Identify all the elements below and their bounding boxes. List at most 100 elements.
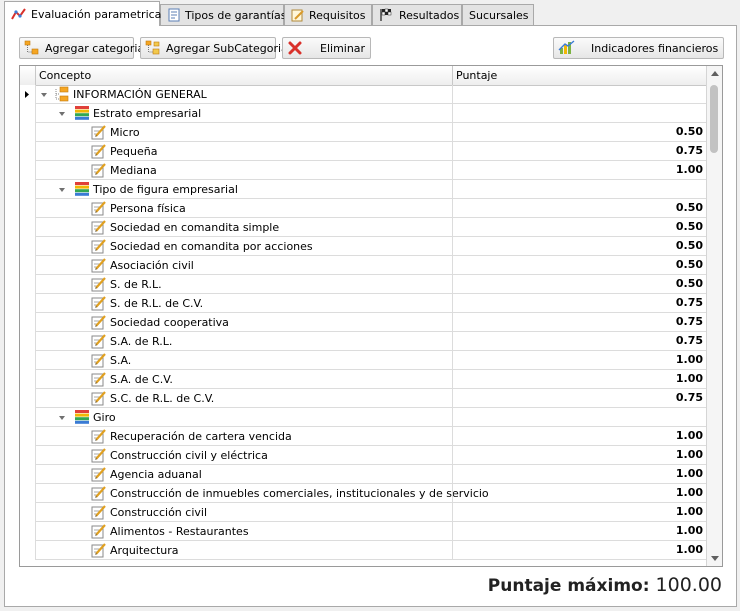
tree-row[interactable]: Pequeña 0.75 bbox=[20, 142, 708, 161]
score-cell[interactable]: 0.50 bbox=[452, 218, 704, 236]
concept-cell[interactable]: S. de R.L. bbox=[91, 275, 162, 293]
concept-cell[interactable]: Recuperación de cartera vencida bbox=[91, 427, 292, 445]
score-cell[interactable]: 0.75 bbox=[452, 294, 704, 312]
row-indicator[interactable] bbox=[20, 275, 36, 294]
tree-row[interactable]: Giro bbox=[20, 408, 708, 427]
concept-cell[interactable]: Pequeña bbox=[91, 142, 157, 160]
row-indicator[interactable] bbox=[20, 161, 36, 180]
concept-cell[interactable]: Sociedad en comandita por acciones bbox=[91, 237, 313, 255]
concept-cell[interactable]: Construcción civil bbox=[91, 503, 207, 521]
tree-row[interactable]: S.A. de R.L. 0.75 bbox=[20, 332, 708, 351]
row-indicator[interactable] bbox=[20, 465, 36, 484]
score-cell[interactable] bbox=[452, 85, 704, 103]
score-cell[interactable]: 1.00 bbox=[452, 370, 704, 388]
score-cell[interactable]: 0.75 bbox=[452, 142, 704, 160]
concept-cell[interactable]: Persona física bbox=[91, 199, 186, 217]
row-indicator[interactable] bbox=[20, 256, 36, 275]
add-subcategory-button[interactable]: Agregar SubCategoria bbox=[140, 37, 288, 59]
tab-sucursales[interactable]: Sucursales bbox=[462, 4, 534, 25]
score-cell[interactable]: 0.75 bbox=[452, 332, 704, 350]
tree-row[interactable]: Sociedad en comandita por acciones 0.50 bbox=[20, 237, 708, 256]
concept-cell[interactable]: Construcción de inmuebles comerciales, i… bbox=[91, 484, 489, 502]
expand-collapse-icon[interactable] bbox=[40, 91, 48, 99]
row-indicator[interactable] bbox=[20, 294, 36, 313]
delete-button[interactable]: Eliminar bbox=[282, 37, 371, 59]
column-header-concept[interactable]: Concepto bbox=[36, 66, 452, 85]
tree-row[interactable]: Construcción civil y eléctrica 1.00 bbox=[20, 446, 708, 465]
score-cell[interactable]: 1.00 bbox=[452, 503, 704, 521]
scroll-down-arrow-icon[interactable] bbox=[711, 556, 719, 561]
row-indicator[interactable] bbox=[20, 446, 36, 465]
expand-collapse-icon[interactable] bbox=[58, 110, 66, 118]
tab-tipos-de-garantias[interactable]: Tipos de garantías bbox=[160, 4, 286, 25]
tree-row[interactable]: S.C. de R.L. de C.V. 0.75 bbox=[20, 389, 708, 408]
concept-cell[interactable]: Agencia aduanal bbox=[91, 465, 202, 483]
concept-cell[interactable]: Alimentos - Restaurantes bbox=[91, 522, 249, 540]
score-cell[interactable]: 1.00 bbox=[452, 427, 704, 445]
row-indicator[interactable] bbox=[20, 85, 36, 104]
tree-row[interactable]: Persona física 0.50 bbox=[20, 199, 708, 218]
tree-row[interactable]: Arquitectura 1.00 bbox=[20, 541, 708, 560]
row-indicator[interactable] bbox=[20, 408, 36, 427]
score-cell[interactable] bbox=[452, 180, 704, 198]
score-cell[interactable]: 1.00 bbox=[452, 522, 704, 540]
score-cell[interactable]: 1.00 bbox=[452, 351, 704, 369]
row-indicator[interactable] bbox=[20, 142, 36, 161]
score-cell[interactable]: 1.00 bbox=[452, 161, 704, 179]
concept-cell[interactable]: Sociedad cooperativa bbox=[91, 313, 229, 331]
concept-cell[interactable]: S.A. de R.L. bbox=[91, 332, 172, 350]
concept-cell[interactable]: Estrato empresarial bbox=[74, 104, 201, 122]
tree-row[interactable]: Micro 0.50 bbox=[20, 123, 708, 142]
concept-cell[interactable]: S.A. de C.V. bbox=[91, 370, 173, 388]
concept-tree-grid[interactable]: Concepto Puntaje INFORMACIÓN GENERAL Estr… bbox=[19, 65, 723, 567]
score-cell[interactable]: 0.50 bbox=[452, 275, 704, 293]
row-indicator[interactable] bbox=[20, 541, 36, 560]
concept-cell[interactable]: Arquitectura bbox=[91, 541, 179, 559]
tree-row[interactable]: Estrato empresarial bbox=[20, 104, 708, 123]
tree-row[interactable]: Alimentos - Restaurantes 1.00 bbox=[20, 522, 708, 541]
tree-row[interactable]: Agencia aduanal 1.00 bbox=[20, 465, 708, 484]
score-cell[interactable] bbox=[452, 408, 704, 426]
concept-cell[interactable]: INFORMACIÓN GENERAL bbox=[54, 85, 207, 103]
score-cell[interactable] bbox=[452, 104, 704, 122]
scroll-up-arrow-icon[interactable] bbox=[711, 71, 719, 76]
concept-cell[interactable]: Sociedad en comandita simple bbox=[91, 218, 279, 236]
concept-cell[interactable]: Giro bbox=[74, 408, 116, 426]
row-indicator[interactable] bbox=[20, 503, 36, 522]
concept-cell[interactable]: Asociación civil bbox=[91, 256, 194, 274]
financial-indicators-button[interactable]: Indicadores financieros bbox=[553, 37, 724, 59]
row-indicator[interactable] bbox=[20, 351, 36, 370]
tree-row[interactable]: Sociedad cooperativa 0.75 bbox=[20, 313, 708, 332]
tree-row[interactable]: S. de R.L. 0.50 bbox=[20, 275, 708, 294]
add-category-button[interactable]: Agregar categoria bbox=[19, 37, 144, 59]
row-indicator[interactable] bbox=[20, 522, 36, 541]
concept-cell[interactable]: S. de R.L. de C.V. bbox=[91, 294, 203, 312]
row-indicator[interactable] bbox=[20, 427, 36, 446]
row-indicator[interactable] bbox=[20, 180, 36, 199]
row-indicator[interactable] bbox=[20, 218, 36, 237]
row-indicator[interactable] bbox=[20, 237, 36, 256]
row-indicator[interactable] bbox=[20, 104, 36, 123]
row-indicator[interactable] bbox=[20, 332, 36, 351]
tab-resultados[interactable]: Resultados bbox=[372, 4, 462, 25]
tree-row[interactable]: Mediana 1.00 bbox=[20, 161, 708, 180]
row-indicator[interactable] bbox=[20, 370, 36, 389]
score-cell[interactable]: 1.00 bbox=[452, 465, 704, 483]
tree-row[interactable]: INFORMACIÓN GENERAL bbox=[20, 85, 708, 104]
score-cell[interactable]: 0.50 bbox=[452, 256, 704, 274]
score-cell[interactable]: 0.50 bbox=[452, 123, 704, 141]
row-indicator[interactable] bbox=[20, 484, 36, 503]
row-indicator[interactable] bbox=[20, 123, 36, 142]
row-indicator[interactable] bbox=[20, 313, 36, 332]
row-indicator[interactable] bbox=[20, 389, 36, 408]
concept-cell[interactable]: Tipo de figura empresarial bbox=[74, 180, 238, 198]
tree-row[interactable]: S.A. 1.00 bbox=[20, 351, 708, 370]
tree-row[interactable]: Construcción de inmuebles comerciales, i… bbox=[20, 484, 708, 503]
tab-evaluacion-parametrica[interactable]: Evaluación parametrica bbox=[4, 1, 161, 26]
tree-row[interactable]: Sociedad en comandita simple 0.50 bbox=[20, 218, 708, 237]
tree-row[interactable]: S.A. de C.V. 1.00 bbox=[20, 370, 708, 389]
concept-cell[interactable]: Micro bbox=[91, 123, 140, 141]
score-cell[interactable]: 0.50 bbox=[452, 237, 704, 255]
expand-collapse-icon[interactable] bbox=[58, 186, 66, 194]
concept-cell[interactable]: Construcción civil y eléctrica bbox=[91, 446, 268, 464]
